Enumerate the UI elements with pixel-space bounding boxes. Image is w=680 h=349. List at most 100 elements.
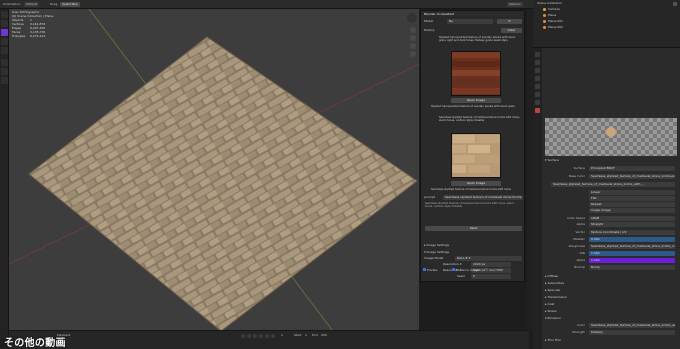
- clear-button[interactable]: Clear: [501, 28, 522, 33]
- measure-tool-icon[interactable]: [1, 68, 8, 75]
- object-tab-icon[interactable]: [535, 92, 540, 97]
- ortho-toggle-icon[interactable]: [410, 51, 416, 57]
- load-models-button[interactable]: ⟳: [497, 19, 522, 24]
- transmission-section[interactable]: ▸ Transmission: [545, 295, 567, 300]
- coat-section[interactable]: ▸ Coat: [545, 302, 554, 307]
- mesh-icon: [543, 25, 546, 29]
- output-tab-icon[interactable]: [535, 68, 540, 73]
- cursor-tool-icon[interactable]: [1, 20, 8, 27]
- send-button[interactable]: Send: [425, 226, 522, 231]
- use-hdri-checkbox[interactable]: Use HDRI: [485, 268, 503, 273]
- outliner-item[interactable]: Plane: [543, 13, 556, 18]
- 3d-viewport[interactable]: User Orthographic (0) Scene Collection |…: [9, 9, 419, 339]
- options-dropdown[interactable]: Options: [507, 2, 523, 7]
- alpha-select[interactable]: Straight: [589, 222, 675, 227]
- modifier-tab-icon[interactable]: [535, 100, 540, 105]
- resolution-x-field[interactable]: 1024 px: [471, 262, 511, 267]
- base-color-texture[interactable]: Seamless_stylized_texture_of_medieval_st…: [589, 174, 675, 179]
- enhance-image-checkbox[interactable]: Enhance Image: [452, 268, 479, 273]
- image-settings-toggle[interactable]: ▸ Image Settings: [424, 243, 521, 248]
- outliner-item[interactable]: Plane.002: [543, 25, 563, 30]
- camera-icon: [543, 7, 546, 11]
- history-prompt-2: Seamless stylized texture of medieval st…: [439, 116, 520, 123]
- move-tool-icon[interactable]: [1, 29, 8, 36]
- interpolation-select[interactable]: Linear: [589, 190, 675, 195]
- vector-input[interactable]: Texture Coordinate | UV: [589, 230, 675, 235]
- seed-field[interactable]: 0: [471, 274, 511, 279]
- extension-select[interactable]: Repeat: [589, 202, 675, 207]
- thin-film-section[interactable]: ▸ Thin Film: [545, 338, 561, 343]
- alpha-label: Alpha: [576, 222, 585, 226]
- select-tool-icon[interactable]: [1, 11, 8, 18]
- open-image-button[interactable]: Open Image: [451, 181, 501, 186]
- textured-plane[interactable]: [28, 36, 418, 332]
- prev-keyframe-icon[interactable]: [247, 334, 251, 338]
- add-cube-tool-icon[interactable]: [1, 77, 8, 84]
- emission-section[interactable]: ▾ Emission: [545, 316, 561, 321]
- sheen-section[interactable]: ▸ Sheen: [545, 309, 557, 314]
- annotate-tool-icon[interactable]: [1, 59, 8, 66]
- scene-collection[interactable]: Scene Collection: [537, 1, 562, 6]
- ior-label: IOR: [579, 251, 585, 255]
- end-label: End: [312, 333, 318, 337]
- alpha-slider[interactable]: 1.000: [589, 258, 675, 263]
- stat-row: Triangles 6,272,424: [12, 34, 46, 38]
- vector-label: Vector: [575, 230, 585, 234]
- zoom-icon[interactable]: [410, 27, 416, 33]
- viewport-stats: User Orthographic (0) Scene Collection |…: [12, 10, 53, 38]
- outliner-item[interactable]: Camera: [543, 7, 560, 12]
- navigation-gizmo-icon[interactable]: [407, 13, 417, 23]
- color-space-select[interactable]: sRGB: [589, 216, 675, 221]
- subsurface-section[interactable]: ▸ Subsurface: [545, 281, 564, 286]
- roughness-texture[interactable]: Seamless_stylized_texture_of_medieval_st…: [589, 244, 675, 249]
- projection-select[interactable]: Flat: [589, 196, 675, 201]
- outliner-item[interactable]: Plane.001: [543, 19, 563, 24]
- filter-icon[interactable]: [673, 2, 677, 6]
- more-videos-caption[interactable]: その他の動画: [4, 334, 66, 349]
- play-reverse-icon[interactable]: [253, 334, 257, 338]
- pan-icon[interactable]: [410, 35, 416, 41]
- specular-section[interactable]: ▸ Specular: [545, 288, 561, 293]
- image-settings-header: ▾ Image Settings: [424, 250, 450, 254]
- diffuse-section[interactable]: ▸ Diffuse: [545, 274, 558, 279]
- next-keyframe-icon[interactable]: [265, 334, 269, 338]
- jump-start-icon[interactable]: [241, 334, 245, 338]
- model-select[interactable]: Ba: [447, 19, 493, 24]
- color-space-label: Color Space: [567, 216, 585, 220]
- orientation-dropdown[interactable]: Default: [24, 2, 39, 7]
- rotate-tool-icon[interactable]: [1, 38, 8, 45]
- emission-strength-label: Strength: [572, 330, 585, 334]
- open-image-button[interactable]: Open Image: [451, 98, 501, 103]
- current-frame[interactable]: 1: [281, 333, 283, 337]
- start-frame-field[interactable]: 1: [305, 333, 307, 337]
- select-box-dropdown[interactable]: Select Box: [60, 2, 80, 7]
- tool-tab-icon[interactable]: [535, 52, 540, 57]
- emission-strength-input[interactable]: Multiply: [589, 330, 675, 335]
- camera-view-icon[interactable]: [410, 43, 416, 49]
- normal-input[interactable]: Bump: [589, 265, 675, 270]
- timeline: Playback 1 Start 1 End 250: [9, 330, 529, 349]
- material-tab-icon[interactable]: [535, 108, 540, 113]
- end-frame-field[interactable]: 250: [321, 333, 327, 337]
- jump-end-icon[interactable]: [271, 334, 275, 338]
- private-checkbox[interactable]: Private: [423, 268, 437, 273]
- scale-tool-icon[interactable]: [1, 47, 8, 54]
- play-icon[interactable]: [259, 334, 263, 338]
- prompt-input[interactable]: Seamless stylized texture of medieval st…: [443, 195, 523, 200]
- image-model-select[interactable]: DALL-E 3: [455, 256, 522, 261]
- surface-shader-select[interactable]: Principled BSDF: [589, 166, 675, 171]
- ior-field[interactable]: 1.500: [589, 251, 675, 256]
- viewport-canvas: [9, 9, 419, 339]
- render-tab-icon[interactable]: [535, 60, 540, 65]
- world-tab-icon[interactable]: [535, 84, 540, 89]
- scene-tab-icon[interactable]: [535, 76, 540, 81]
- surface-label: Surface: [573, 166, 585, 170]
- source-select[interactable]: Single Image: [589, 208, 675, 213]
- emission-color-texture[interactable]: Seamless_stylized_texture_of_medieval_st…: [589, 323, 675, 328]
- wood-texture-thumbnail: [451, 51, 501, 96]
- image-datablock[interactable]: Seamless_stylized_texture_of_medieval_st…: [551, 182, 675, 187]
- metallic-field[interactable]: 0.000: [589, 237, 675, 242]
- panel-title: Blender AI Assistant: [424, 12, 455, 16]
- mesh-icon: [543, 13, 546, 17]
- surface-section[interactable]: ▾ Surface: [545, 158, 559, 163]
